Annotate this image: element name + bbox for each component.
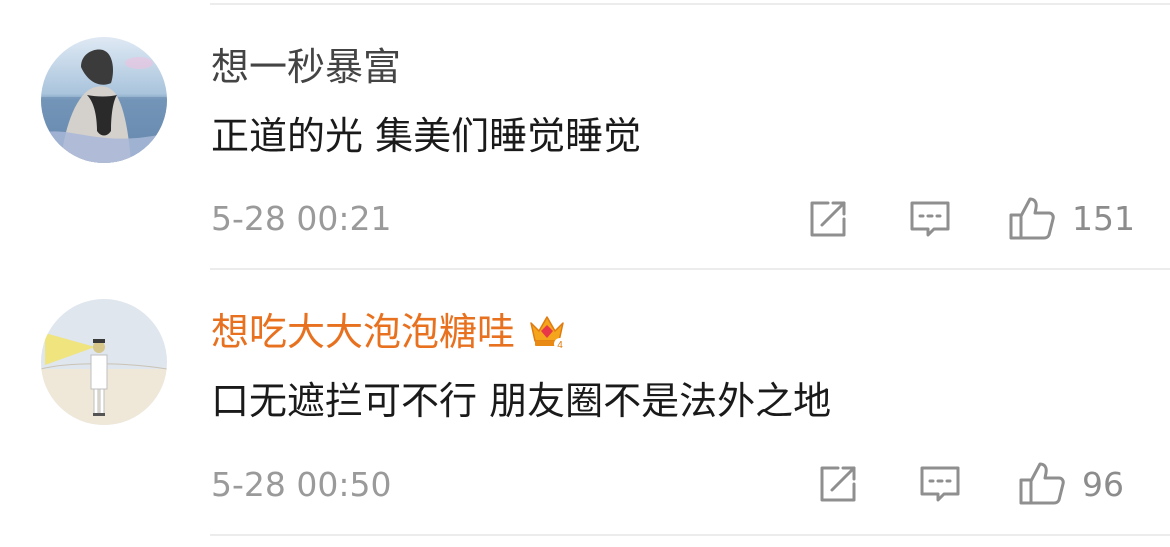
- comment-username[interactable]: 想吃大大泡泡糖哇 4: [211, 309, 567, 361]
- username-text: 想吃大大泡泡糖哇: [211, 310, 516, 354]
- comment-text: 正道的光 集美们睡觉睡觉: [211, 114, 642, 158]
- avatar[interactable]: [41, 37, 167, 163]
- comment-timestamp: 5-28 00:50: [211, 465, 392, 504]
- comment-text: 口无遮拦可不行 朋友圈不是法外之地: [211, 379, 832, 423]
- comment-timestamp: 5-28 00:21: [211, 199, 392, 238]
- reply-icon[interactable]: [908, 197, 952, 241]
- share-icon[interactable]: [816, 462, 860, 506]
- like-icon[interactable]: [1018, 460, 1065, 505]
- like-count: 96: [1082, 465, 1124, 504]
- like-count: 151: [1072, 199, 1135, 238]
- top-divider: [210, 3, 1170, 5]
- comment-username[interactable]: 想一秒暴富: [211, 44, 401, 90]
- bottom-divider: [210, 534, 1170, 536]
- share-icon[interactable]: [806, 197, 850, 241]
- comment-divider: [210, 268, 1170, 270]
- avatar[interactable]: [41, 299, 167, 425]
- reply-icon[interactable]: [918, 462, 962, 506]
- vip-level-text: 4: [557, 340, 563, 351]
- like-icon[interactable]: [1008, 195, 1055, 240]
- crown-vip-icon: 4: [527, 311, 567, 361]
